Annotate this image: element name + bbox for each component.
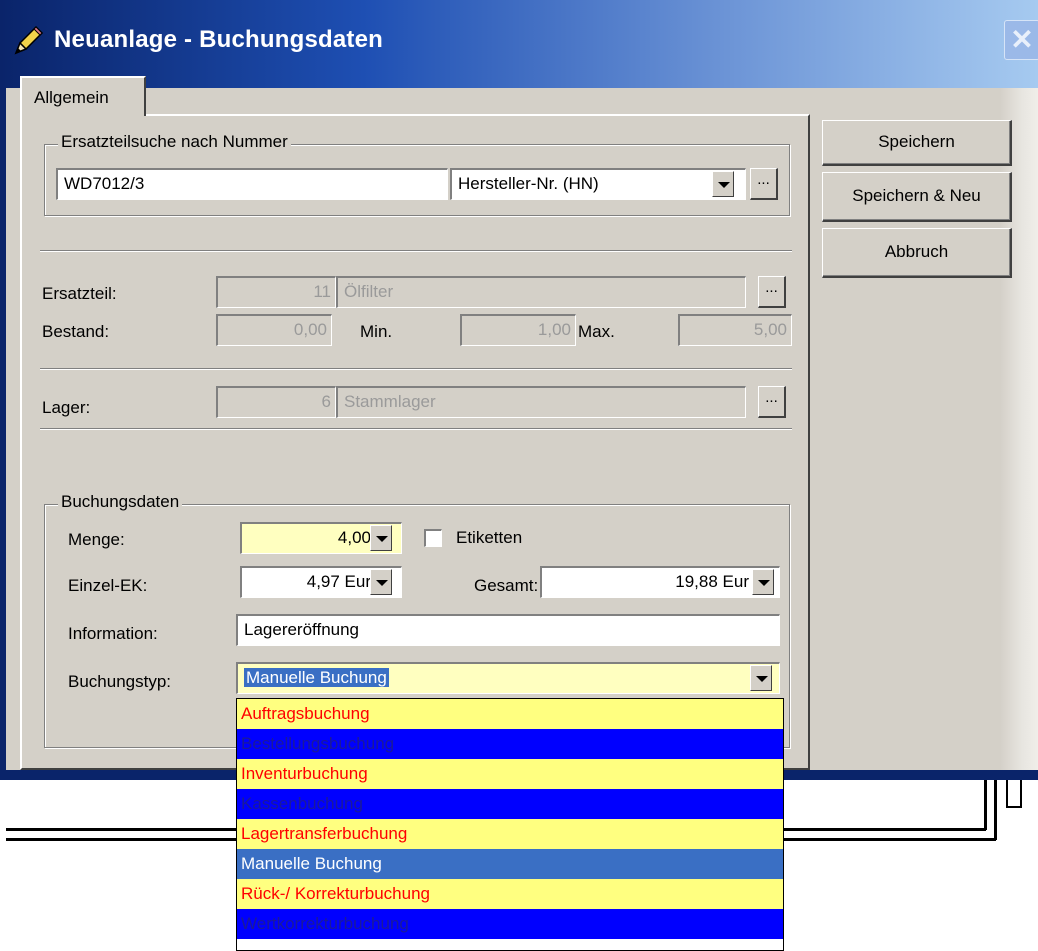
search-type-dropdown-button[interactable] xyxy=(712,171,734,197)
ersatzteil-name-field: Ölfilter xyxy=(336,276,746,308)
information-input[interactable]: Lagereröffnung xyxy=(236,614,780,646)
menge-dropdown-button[interactable] xyxy=(370,525,392,551)
close-button[interactable]: ✕ xyxy=(1004,20,1038,60)
cancel-button[interactable]: Abbruch xyxy=(822,228,1012,278)
background-window-line xyxy=(994,780,997,840)
bestand-value-field: 0,00 xyxy=(216,314,332,346)
bestand-label: Bestand: xyxy=(42,322,110,341)
separator xyxy=(40,250,792,252)
etiketten-checkbox[interactable] xyxy=(424,529,442,547)
tab-allgemein[interactable]: Allgemein xyxy=(20,76,146,116)
ersatzteil-number-field: 11 xyxy=(216,276,336,308)
einzel-ek-label: Einzel-EK: xyxy=(68,576,148,595)
search-type-select[interactable]: Hersteller-Nr. (HN) xyxy=(450,168,746,200)
lager-name-field: Stammlager xyxy=(336,386,746,418)
window-title: Neuanlage - Buchungsdaten xyxy=(54,26,384,53)
ersatzteil-label: Ersatzteil: xyxy=(42,284,117,303)
lager-label: Lager: xyxy=(42,398,91,417)
separator xyxy=(40,368,792,370)
buchungstyp-option[interactable]: Rück-/ Korrekturbuchung xyxy=(237,879,783,909)
gesamt-dropdown-button[interactable] xyxy=(752,569,774,595)
buchungstyp-option[interactable]: Kassenbuchung xyxy=(237,789,783,819)
close-icon: ✕ xyxy=(1010,24,1034,55)
buchungstyp-option[interactable]: Wertkorrekturbuchung xyxy=(237,909,783,939)
buchungstyp-option[interactable]: Lagertransferbuchung xyxy=(237,819,783,849)
buchungstyp-dropdown-list[interactable]: Auftragsbuchung Bestellungsbuchung Inventu… xyxy=(236,698,784,951)
search-ellipsis-button[interactable]: ... xyxy=(750,168,778,200)
etiketten-label: Etiketten xyxy=(456,528,523,547)
buchungsdaten-legend: Buchungsdaten xyxy=(58,492,183,512)
menge-label: Menge: xyxy=(68,530,125,549)
buchungstyp-label: Buchungstyp: xyxy=(68,672,172,691)
menge-value: 4,00 xyxy=(337,528,371,547)
cancel-button-label: Abbruch xyxy=(884,242,949,261)
einzel-ek-value: 4,97 Eur xyxy=(306,572,371,591)
max-label: Max. xyxy=(578,322,615,341)
gesamt-input[interactable]: 19,88 Eur xyxy=(540,566,780,598)
buchungstyp-option[interactable]: Manuelle Buchung xyxy=(237,849,783,879)
part-number-input[interactable]: WD7012/3 xyxy=(56,168,448,200)
min-label: Min. xyxy=(360,322,393,341)
lager-number-field: 6 xyxy=(216,386,336,418)
buchungstyp-option[interactable]: Inventurbuchung xyxy=(237,759,783,789)
buchungstyp-dropdown-button[interactable] xyxy=(750,665,772,691)
ersatzteilsuche-legend: Ersatzteilsuche nach Nummer xyxy=(58,132,291,152)
buchungstyp-option[interactable]: Auftragsbuchung xyxy=(237,699,783,729)
buchungstyp-option[interactable]: Bestellungsbuchung xyxy=(237,729,783,759)
min-value-field: 1,00 xyxy=(460,314,576,346)
save-new-button[interactable]: Speichern & Neu xyxy=(822,172,1012,222)
tab-label: Allgemein xyxy=(34,88,109,107)
buchungstyp-value: Manuelle Buchung xyxy=(244,668,389,687)
save-button-label: Speichern xyxy=(878,132,955,151)
max-value-field: 5,00 xyxy=(678,314,792,346)
save-new-button-label: Speichern & Neu xyxy=(852,186,981,205)
separator xyxy=(40,428,792,430)
information-label: Information: xyxy=(68,624,158,643)
background-window-line xyxy=(984,780,987,830)
ersatzteil-ellipsis-button[interactable]: ... xyxy=(758,276,786,308)
buchungstyp-select[interactable]: Manuelle Buchung xyxy=(236,662,780,694)
pencil-icon xyxy=(10,23,46,59)
gesamt-value: 19,88 Eur xyxy=(675,572,749,591)
einzel-ek-dropdown-button[interactable] xyxy=(370,569,392,595)
background-window-box xyxy=(1006,780,1022,808)
search-type-value: Hersteller-Nr. (HN) xyxy=(458,174,599,193)
gesamt-label: Gesamt: xyxy=(474,576,539,595)
save-button[interactable]: Speichern xyxy=(822,120,1012,166)
lager-ellipsis-button[interactable]: ... xyxy=(758,386,786,418)
